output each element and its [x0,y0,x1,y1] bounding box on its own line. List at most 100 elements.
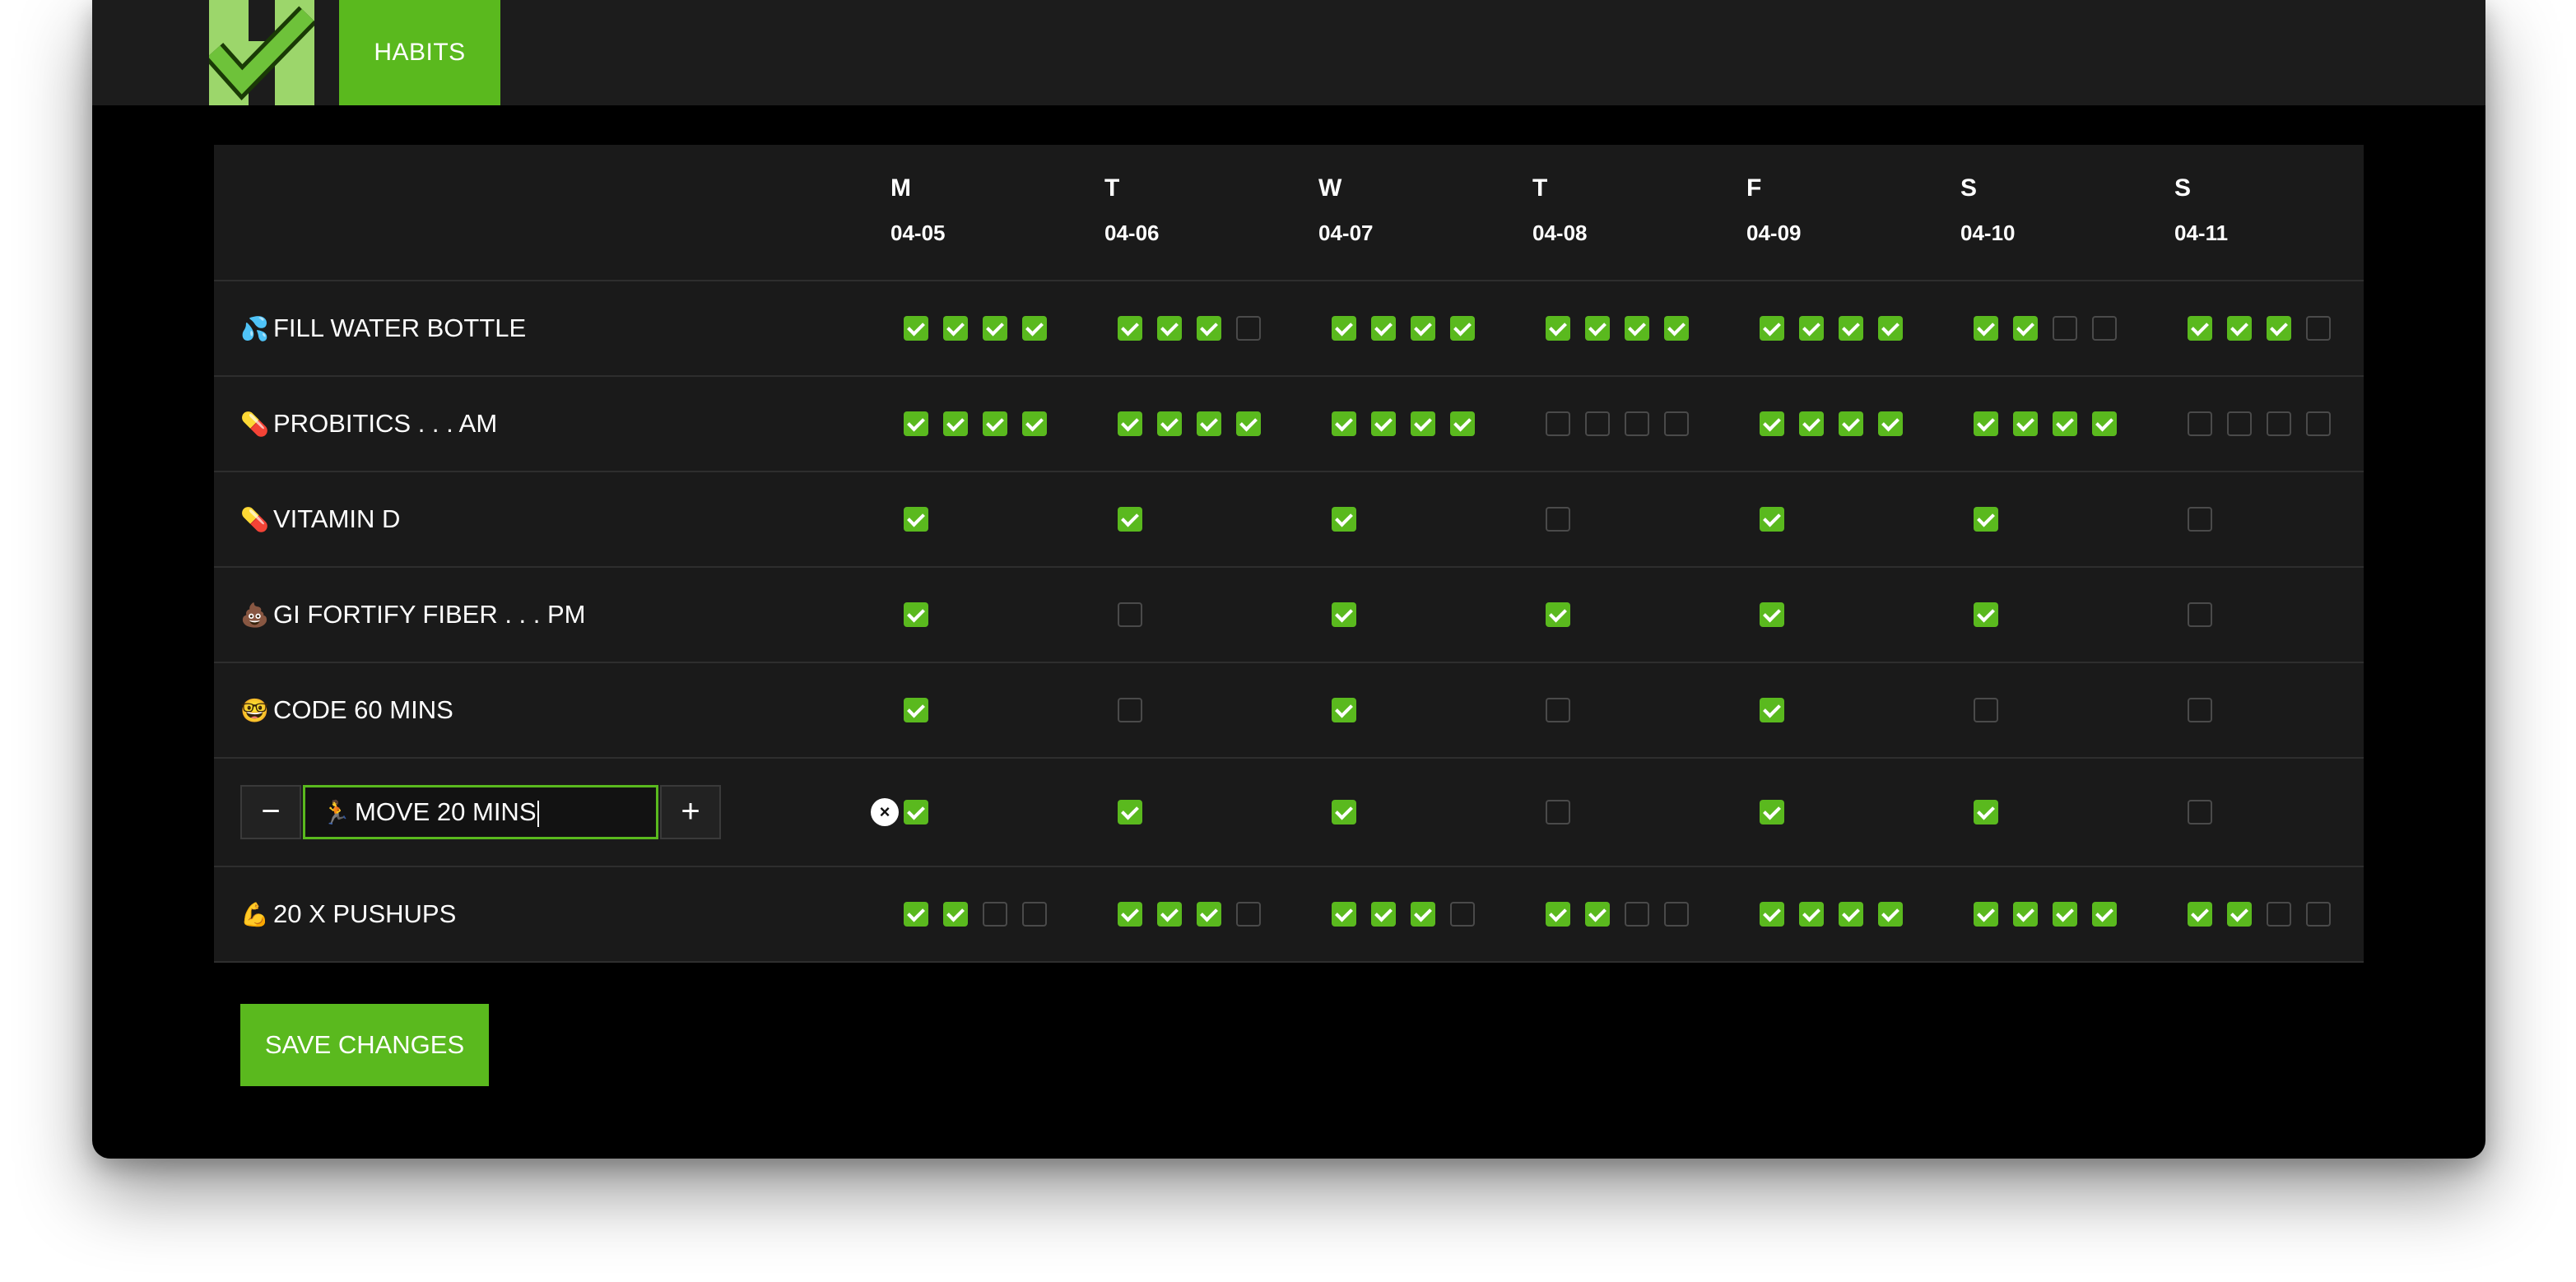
checkbox-checked[interactable] [1157,316,1182,341]
checkbox-unchecked[interactable] [1450,902,1475,927]
checkbox-checked[interactable] [904,902,928,927]
checkbox-checked[interactable] [1760,316,1784,341]
checkbox-unchecked[interactable] [1625,411,1649,436]
checkbox-unchecked[interactable] [1664,902,1689,927]
checkbox-unchecked[interactable] [1664,411,1689,436]
checkbox-checked[interactable] [2092,902,2117,927]
checkbox-checked[interactable] [1157,902,1182,927]
checkbox-checked[interactable] [1118,316,1142,341]
checkbox-unchecked[interactable] [2306,316,2331,341]
checkbox-unchecked[interactable] [2188,411,2212,436]
checkbox-checked[interactable] [1760,507,1784,532]
checkbox-unchecked[interactable] [1546,411,1570,436]
checkbox-unchecked[interactable] [1236,902,1261,927]
checkbox-checked[interactable] [1760,602,1784,627]
checkbox-checked[interactable] [1799,902,1824,927]
checkbox-unchecked[interactable] [2227,411,2252,436]
check-h-logo-icon[interactable] [209,0,314,105]
checkbox-unchecked[interactable] [1546,698,1570,722]
checkbox-unchecked[interactable] [2188,602,2212,627]
checkbox-checked[interactable] [904,698,928,722]
checkbox-checked[interactable] [943,411,968,436]
checkbox-unchecked[interactable] [1118,602,1142,627]
checkbox-checked[interactable] [2227,902,2252,927]
checkbox-checked[interactable] [1974,602,1998,627]
checkbox-checked[interactable] [1546,316,1570,341]
checkbox-checked[interactable] [1411,902,1435,927]
checkbox-checked[interactable] [1157,411,1182,436]
checkbox-checked[interactable] [1332,507,1356,532]
checkbox-unchecked[interactable] [2306,411,2331,436]
checkbox-checked[interactable] [1664,316,1689,341]
checkbox-checked[interactable] [904,800,928,824]
checkbox-checked[interactable] [1585,316,1610,341]
checkbox-checked[interactable] [983,316,1007,341]
checkbox-checked[interactable] [1022,411,1047,436]
checkbox-unchecked[interactable] [2267,902,2291,927]
checkbox-checked[interactable] [2013,902,2038,927]
checkbox-unchecked[interactable] [1236,316,1261,341]
checkbox-checked[interactable] [1839,316,1863,341]
checkbox-unchecked[interactable] [1022,902,1047,927]
checkbox-checked[interactable] [1585,902,1610,927]
checkbox-checked[interactable] [1799,316,1824,341]
checkbox-unchecked[interactable] [2267,411,2291,436]
checkbox-unchecked[interactable] [983,902,1007,927]
checkbox-unchecked[interactable] [2188,698,2212,722]
checkbox-checked[interactable] [2267,316,2291,341]
checkbox-checked[interactable] [1839,902,1863,927]
checkbox-checked[interactable] [1118,800,1142,824]
checkbox-unchecked[interactable] [2188,507,2212,532]
increment-button[interactable]: + [660,785,721,839]
remove-habit-icon[interactable]: × [871,798,899,826]
checkbox-unchecked[interactable] [1118,698,1142,722]
checkbox-checked[interactable] [1197,316,1221,341]
checkbox-checked[interactable] [1878,316,1903,341]
checkbox-checked[interactable] [1974,411,1998,436]
checkbox-unchecked[interactable] [2188,800,2212,824]
checkbox-checked[interactable] [2013,316,2038,341]
checkbox-checked[interactable] [2013,411,2038,436]
checkbox-checked[interactable] [943,902,968,927]
checkbox-checked[interactable] [1760,698,1784,722]
checkbox-unchecked[interactable] [1546,800,1570,824]
checkbox-checked[interactable] [904,316,928,341]
checkbox-checked[interactable] [1371,411,1396,436]
checkbox-checked[interactable] [1878,411,1903,436]
checkbox-checked[interactable] [2188,902,2212,927]
checkbox-unchecked[interactable] [1546,507,1570,532]
checkbox-unchecked[interactable] [1585,411,1610,436]
checkbox-checked[interactable] [1118,902,1142,927]
checkbox-checked[interactable] [1197,411,1221,436]
checkbox-checked[interactable] [1546,602,1570,627]
checkbox-unchecked[interactable] [1625,902,1649,927]
checkbox-checked[interactable] [1974,507,1998,532]
checkbox-unchecked[interactable] [2092,316,2117,341]
checkbox-checked[interactable] [2227,316,2252,341]
checkbox-checked[interactable] [1197,902,1221,927]
checkbox-unchecked[interactable] [1974,698,1998,722]
checkbox-checked[interactable] [1760,411,1784,436]
checkbox-checked[interactable] [2053,902,2077,927]
checkbox-checked[interactable] [1411,411,1435,436]
checkbox-checked[interactable] [904,602,928,627]
checkbox-checked[interactable] [1760,902,1784,927]
checkbox-checked[interactable] [1332,316,1356,341]
checkbox-checked[interactable] [1839,411,1863,436]
save-changes-button[interactable]: SAVE CHANGES [240,1004,489,1086]
checkbox-checked[interactable] [1974,800,1998,824]
checkbox-checked[interactable] [1450,411,1475,436]
checkbox-checked[interactable] [1625,316,1649,341]
checkbox-checked[interactable] [983,411,1007,436]
checkbox-checked[interactable] [1118,507,1142,532]
checkbox-checked[interactable] [2188,316,2212,341]
decrement-button[interactable]: − [240,785,301,839]
checkbox-unchecked[interactable] [2306,902,2331,927]
checkbox-checked[interactable] [1332,800,1356,824]
checkbox-checked[interactable] [2053,411,2077,436]
checkbox-checked[interactable] [1878,902,1903,927]
checkbox-checked[interactable] [1974,316,1998,341]
checkbox-checked[interactable] [1371,902,1396,927]
checkbox-unchecked[interactable] [2053,316,2077,341]
habit-name-input[interactable]: 🏃 MOVE 20 MINS [303,785,658,839]
